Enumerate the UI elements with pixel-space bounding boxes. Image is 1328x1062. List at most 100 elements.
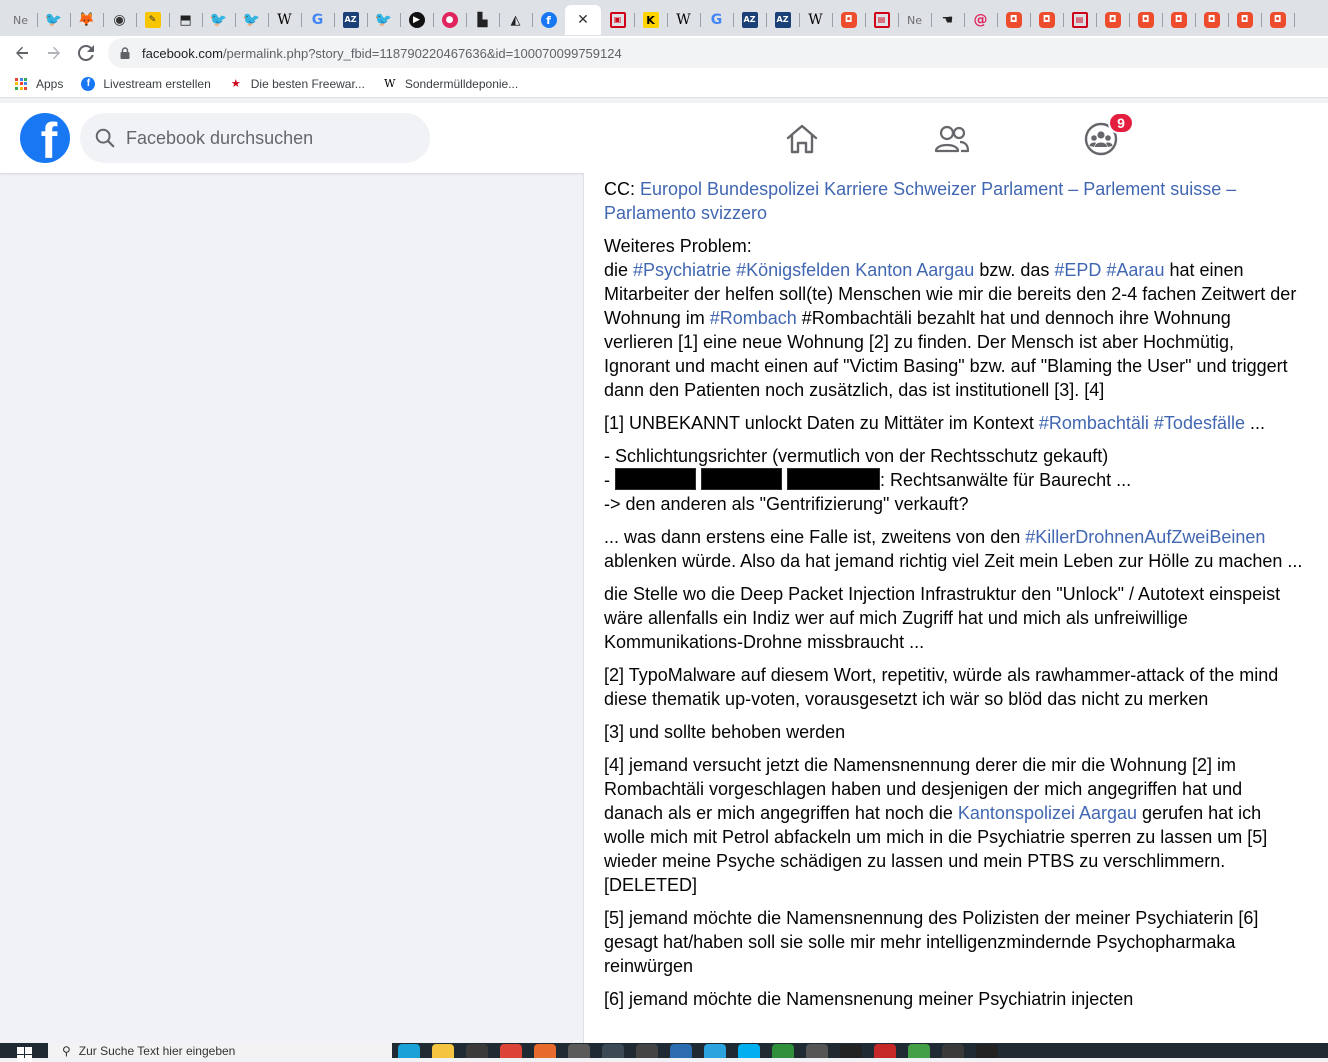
search-input[interactable]	[126, 127, 416, 149]
browser-tab[interactable]: AZ	[733, 5, 767, 35]
bookmark-apps[interactable]: Apps	[14, 77, 63, 91]
orange-bag-icon: ◘	[1137, 12, 1154, 28]
hashtag-aarau[interactable]: #Aarau	[1106, 260, 1164, 280]
page-link-kantonspolizei[interactable]: Kantonspolizei Aargau	[958, 803, 1137, 823]
browser-tab[interactable]: AZ	[766, 5, 800, 35]
lock-icon	[120, 46, 132, 60]
hashtag-killerdrohnen[interactable]: #KillerDrohnenAufZweiBeinen	[1025, 527, 1265, 547]
text-span: bzw. das	[974, 260, 1055, 280]
reload-button[interactable]	[70, 38, 102, 68]
hashtag-epd[interactable]: #EPD	[1054, 260, 1101, 280]
browser-tab[interactable]: ◘	[1096, 5, 1130, 35]
dark-shield-icon: ⬒	[179, 12, 192, 28]
bookmark-freeware[interactable]: ★ Die besten Freewar...	[229, 77, 365, 91]
forward-button[interactable]	[38, 38, 70, 68]
taskbar-folder-icon[interactable]	[426, 1043, 460, 1058]
browser-tab[interactable]: ◘	[997, 5, 1031, 35]
taskbar-skype-icon[interactable]	[732, 1043, 766, 1058]
bookmark-livestream[interactable]: f Livestream erstellen	[81, 76, 211, 91]
hashtag-psychiatrie[interactable]: #Psychiatrie	[633, 260, 731, 280]
browser-tab[interactable]: ◘	[1162, 5, 1196, 35]
orange-bag-icon: ◘	[840, 12, 857, 28]
browser-tab[interactable]: W	[667, 5, 701, 35]
browser-tab[interactable]: W	[799, 5, 833, 35]
browser-tab[interactable]: ☚	[931, 5, 965, 35]
taskbar-app-icon[interactable]	[834, 1043, 868, 1058]
page-link-kanton-aargau[interactable]: Kanton Aargau	[855, 260, 974, 280]
browser-tab[interactable]: f	[532, 5, 566, 35]
browser-tab[interactable]: 🐦	[37, 5, 71, 35]
facebook-search-box[interactable]	[80, 113, 430, 163]
browser-tab[interactable]: 🐦	[202, 5, 236, 35]
browser-tab[interactable]: ✕	[565, 5, 601, 35]
close-icon[interactable]: ✕	[575, 12, 591, 28]
taskbar-app-icon[interactable]	[766, 1043, 800, 1058]
wikipedia-icon: W	[808, 12, 823, 28]
browser-tab[interactable]: ◘	[1261, 5, 1295, 35]
taskbar-chrome-icon[interactable]	[494, 1043, 528, 1058]
browser-tab[interactable]: 🐦	[367, 5, 401, 35]
taskbar-store-icon[interactable]	[460, 1043, 494, 1058]
taskbar-app-icon[interactable]	[902, 1043, 936, 1058]
hashtag-todesfaelle[interactable]: #Todesfälle	[1154, 413, 1245, 433]
browser-tab[interactable]: ✎	[136, 5, 170, 35]
hashtag-rombach[interactable]: #Rombach	[710, 308, 797, 328]
hand-icon: ☚	[941, 12, 954, 28]
post-paragraph-dpi: die Stelle wo die Deep Packet Injection …	[604, 584, 1281, 652]
post-paragraph-5: [5] jemand möchte die Namensnennung des …	[604, 908, 1259, 976]
hashtag-rombachtaeli[interactable]: #Rombachtäli	[1039, 413, 1149, 433]
browser-tab[interactable]: ▤	[1063, 5, 1097, 35]
nav-home-button[interactable]	[784, 121, 820, 157]
browser-tab[interactable]: ◘	[832, 5, 866, 35]
taskbar-app-icon[interactable]	[664, 1043, 698, 1058]
facebook-logo[interactable]: f	[20, 113, 70, 163]
list-item: : Rechtsanwälte für Baurecht ...	[880, 470, 1132, 490]
post-paragraph-1: [1] UNBEKANNT unlockt Daten zu Mittäter …	[604, 411, 1304, 435]
browser-tab[interactable]: 🦊	[70, 5, 104, 35]
address-bar[interactable]: facebook.com/permalink.php?story_fbid=11…	[108, 38, 1328, 68]
nav-friends-button[interactable]	[934, 121, 970, 157]
bookmark-sondermuell[interactable]: W Sondermülldeponie...	[383, 77, 518, 91]
browser-tab[interactable]: K	[634, 5, 668, 35]
back-button[interactable]	[6, 38, 38, 68]
browser-tab[interactable]: ▙	[466, 5, 500, 35]
browser-tab[interactable]: ◘	[1195, 5, 1229, 35]
browser-tab[interactable]: @	[964, 5, 998, 35]
orange-bag-icon: ◘	[1104, 12, 1121, 28]
taskbar-edge-icon[interactable]	[392, 1043, 426, 1058]
taskbar-voice-icon[interactable]	[868, 1043, 902, 1058]
taskbar-app-icon[interactable]	[562, 1043, 596, 1058]
browser-tab[interactable]: ▣	[601, 5, 635, 35]
taskbar-telegram-icon[interactable]	[698, 1043, 732, 1058]
browser-tab[interactable]: 🐦	[235, 5, 269, 35]
browser-tab[interactable]: G	[700, 5, 734, 35]
browser-tab[interactable]: ◭	[499, 5, 533, 35]
post-paragraph-2: [2] TypoMalware auf diesem Wort, repetit…	[604, 665, 1279, 709]
browser-tab[interactable]: ●	[433, 5, 467, 35]
start-button[interactable]	[0, 1043, 48, 1062]
cc-links[interactable]: Europol Bundespolizei Karriere Schweizer…	[604, 179, 1236, 223]
browser-tab[interactable]: Ne	[898, 5, 932, 35]
browser-tab[interactable]: G	[301, 5, 335, 35]
browser-tab[interactable]: AZ	[334, 5, 368, 35]
browser-tab[interactable]: ◉	[103, 5, 137, 35]
taskbar-app-icon[interactable]	[800, 1043, 834, 1058]
taskbar-search-box[interactable]: ⚲ Zur Suche Text hier eingeben	[48, 1043, 392, 1058]
taskbar-app-icon[interactable]	[596, 1043, 630, 1058]
hashtag-koenigsfelden[interactable]: #Königsfelden	[736, 260, 850, 280]
browser-toolbar: facebook.com/permalink.php?story_fbid=11…	[0, 36, 1328, 70]
taskbar-app-icon[interactable]	[630, 1043, 664, 1058]
taskbar-app-icon[interactable]	[936, 1043, 970, 1058]
taskbar-app-icon[interactable]	[528, 1043, 562, 1058]
taskbar-app-icon[interactable]	[970, 1043, 1004, 1058]
browser-tab[interactable]: ◘	[1228, 5, 1262, 35]
android-icon: ◭	[510, 12, 521, 28]
browser-tab[interactable]: ▶	[400, 5, 434, 35]
list-item: -	[604, 470, 615, 490]
browser-tab[interactable]: W	[268, 5, 302, 35]
browser-tab[interactable]: Ne	[4, 5, 38, 35]
browser-tab[interactable]: ◘	[1030, 5, 1064, 35]
browser-tab[interactable]: ⬒	[169, 5, 203, 35]
browser-tab[interactable]: ◘	[1129, 5, 1163, 35]
browser-tab[interactable]: ▤	[865, 5, 899, 35]
